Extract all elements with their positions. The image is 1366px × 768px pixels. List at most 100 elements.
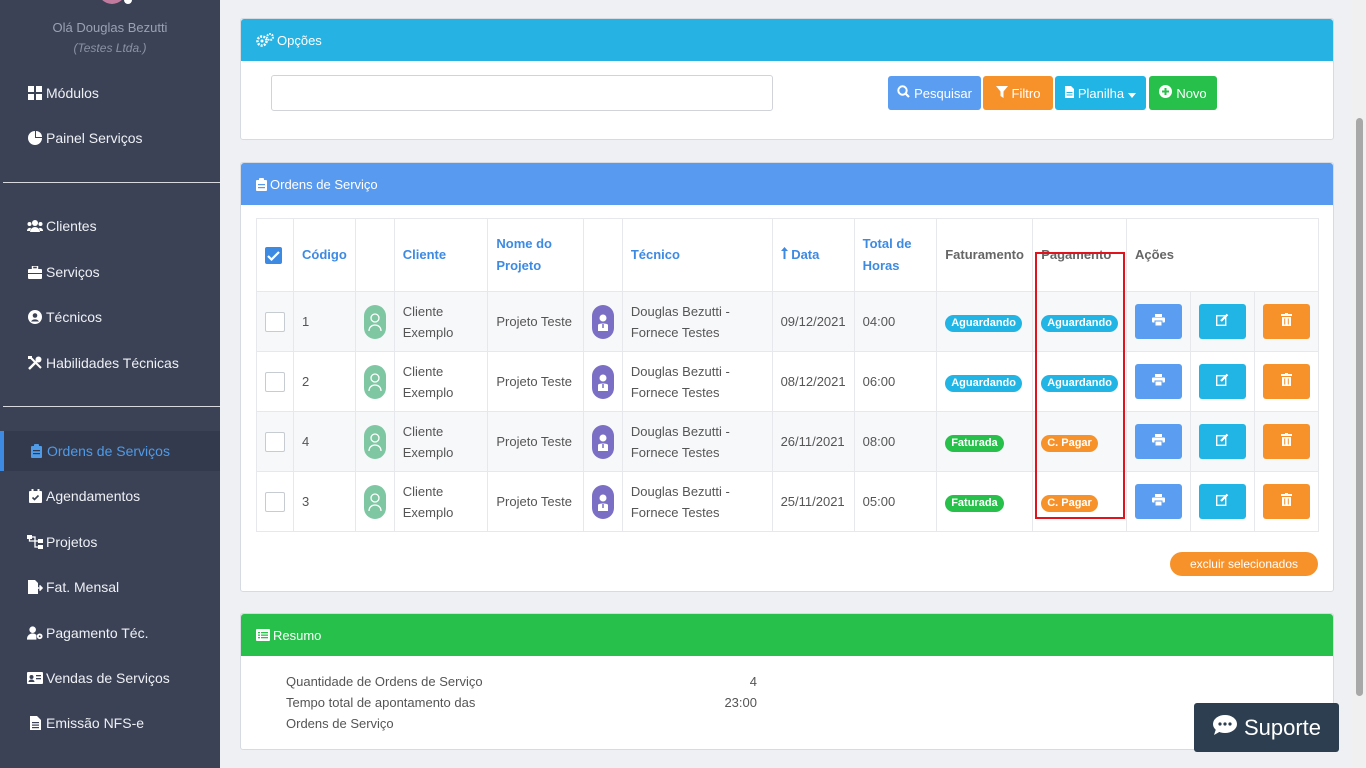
orders-panel-header: Ordens de Serviço <box>241 163 1333 205</box>
delete-selected-button[interactable]: excluir selecionados <box>1170 552 1318 576</box>
print-button[interactable] <box>1134 424 1182 459</box>
sidebar-item-clientes[interactable]: Clientes <box>0 206 220 246</box>
row-checkbox[interactable] <box>265 492 285 513</box>
sidebar-item-modulos[interactable]: Módulos <box>0 73 220 113</box>
user-avatar[interactable] <box>98 0 126 4</box>
col-codigo[interactable]: Código <box>293 218 356 292</box>
cell-pagamento: Aguardando <box>1032 291 1127 352</box>
col-data[interactable]: Data <box>771 218 855 292</box>
chat-icon <box>1212 714 1238 742</box>
row-select-cell <box>256 291 294 352</box>
payment-status-badge: Aguardando <box>1041 375 1118 392</box>
col-data-label: Data <box>791 247 820 262</box>
print-cell <box>1125 471 1191 532</box>
sidebar-item-painel[interactable]: Painel Serviços <box>0 118 220 158</box>
delete-button[interactable] <box>1262 364 1310 399</box>
edit-cell <box>1189 291 1255 352</box>
sidebar-item-label: Módulos <box>46 85 99 101</box>
col-horas[interactable]: Total de Horas <box>853 218 938 292</box>
row-checkbox[interactable] <box>265 432 285 453</box>
cell-horas: 04:00 <box>853 291 938 352</box>
col-cliente[interactable]: Cliente <box>393 218 489 292</box>
cell-pagamento: C. Pagar <box>1032 411 1127 472</box>
delete-button[interactable] <box>1262 424 1310 459</box>
edit-cell <box>1189 411 1255 472</box>
row-checkbox[interactable] <box>265 372 285 393</box>
delete-cell <box>1253 291 1320 352</box>
row-checkbox[interactable] <box>265 312 285 333</box>
user-cog-icon <box>27 625 43 641</box>
row-select-cell <box>256 411 294 472</box>
sidebar-item-fat-mensal[interactable]: Fat. Mensal <box>0 567 220 607</box>
sidebar-item-label: Agendamentos <box>46 488 141 504</box>
print-cell <box>1125 411 1191 472</box>
support-button[interactable]: Suporte <box>1194 703 1339 752</box>
cell-horas: 05:00 <box>853 471 938 532</box>
filter-button[interactable]: Filtro <box>983 76 1053 110</box>
sidebar-item-ordens[interactable]: Ordens de Serviços <box>0 431 220 471</box>
briefcase-icon <box>27 264 43 280</box>
col-projeto[interactable]: Nome do Projeto <box>487 218 584 292</box>
search-button[interactable]: Pesquisar <box>888 76 981 110</box>
sidebar-item-vendas[interactable]: Vendas de Serviços <box>0 658 220 698</box>
tech-avatar-icon <box>591 304 614 339</box>
edit-button[interactable] <box>1198 364 1246 399</box>
edit-button[interactable] <box>1198 424 1246 459</box>
sidebar-item-tecnicos[interactable]: Técnicos <box>0 297 220 337</box>
summary-title: Resumo <box>273 627 322 643</box>
sidebar-item-nfse[interactable]: Emissão NFS-e <box>0 703 220 743</box>
edit-cell <box>1189 351 1255 412</box>
print-button[interactable] <box>1134 364 1182 399</box>
cell-projeto: Projeto Teste <box>487 291 584 352</box>
sidebar-item-pagamento-tec[interactable]: Pagamento Téc. <box>0 613 220 653</box>
cell-tecnico: Douglas Bezutti - Fornece Testes <box>621 351 773 412</box>
grid-icon <box>27 85 43 101</box>
billing-status-badge: Faturada <box>945 495 1004 512</box>
sidebar-item-habilidades[interactable]: Habilidades Técnicas <box>0 343 220 383</box>
col-tecnico[interactable]: Técnico <box>621 218 773 292</box>
search-icon <box>897 85 910 101</box>
cell-projeto: Projeto Teste <box>487 411 584 472</box>
payment-status-badge: Aguardando <box>1041 315 1118 332</box>
billing-status-badge: Aguardando <box>945 375 1022 392</box>
list-icon <box>256 629 270 641</box>
sidebar-item-label: Fat. Mensal <box>46 579 120 595</box>
print-button[interactable] <box>1134 484 1182 519</box>
plus-circle-icon <box>1159 85 1173 101</box>
table-row: 2 Cliente Exemplo Projeto Teste Douglas … <box>256 351 1320 412</box>
file-icon <box>1064 85 1074 101</box>
delete-cell <box>1253 471 1320 532</box>
page-scrollbar[interactable] <box>1352 0 1366 768</box>
print-button[interactable] <box>1134 304 1182 339</box>
options-panel: Opções Pesquisar Filtro Planilha Novo <box>240 18 1334 140</box>
scrollbar-thumb[interactable] <box>1356 118 1363 696</box>
filter-button-label: Filtro <box>1011 85 1041 101</box>
id-card-icon <box>27 670 43 686</box>
sidebar-item-projetos[interactable]: Projetos <box>0 522 220 562</box>
spreadsheet-dropdown-button[interactable]: Planilha <box>1055 76 1146 110</box>
edit-button[interactable] <box>1198 484 1246 519</box>
delete-button[interactable] <box>1262 484 1310 519</box>
edit-button[interactable] <box>1198 304 1246 339</box>
sidebar-item-agendamentos[interactable]: Agendamentos <box>0 476 220 516</box>
cell-codigo: 2 <box>293 351 356 412</box>
search-input[interactable] <box>271 75 773 111</box>
sidebar-item-label: Clientes <box>46 218 97 234</box>
sidebar-item-servicos[interactable]: Serviços <box>0 252 220 292</box>
col-client-avatar <box>354 218 395 292</box>
col-pagamento: Pagamento <box>1032 218 1127 292</box>
cell-horas: 06:00 <box>853 351 938 412</box>
calendar-check-icon <box>27 488 43 504</box>
cogs-icon <box>256 33 274 47</box>
spreadsheet-button-label: Planilha <box>1077 85 1125 101</box>
sidebar-item-label: Pagamento Téc. <box>46 625 149 641</box>
sidebar-item-label: Painel Serviços <box>46 130 143 146</box>
delete-button[interactable] <box>1262 304 1310 339</box>
new-button[interactable]: Novo <box>1149 76 1217 110</box>
options-panel-header: Opções <box>241 19 1333 61</box>
print-icon <box>1151 491 1165 512</box>
search-button-label: Pesquisar <box>914 85 972 101</box>
select-all-checkbox[interactable] <box>265 247 282 265</box>
client-avatar-cell <box>354 471 395 532</box>
row-select-cell <box>256 351 294 412</box>
